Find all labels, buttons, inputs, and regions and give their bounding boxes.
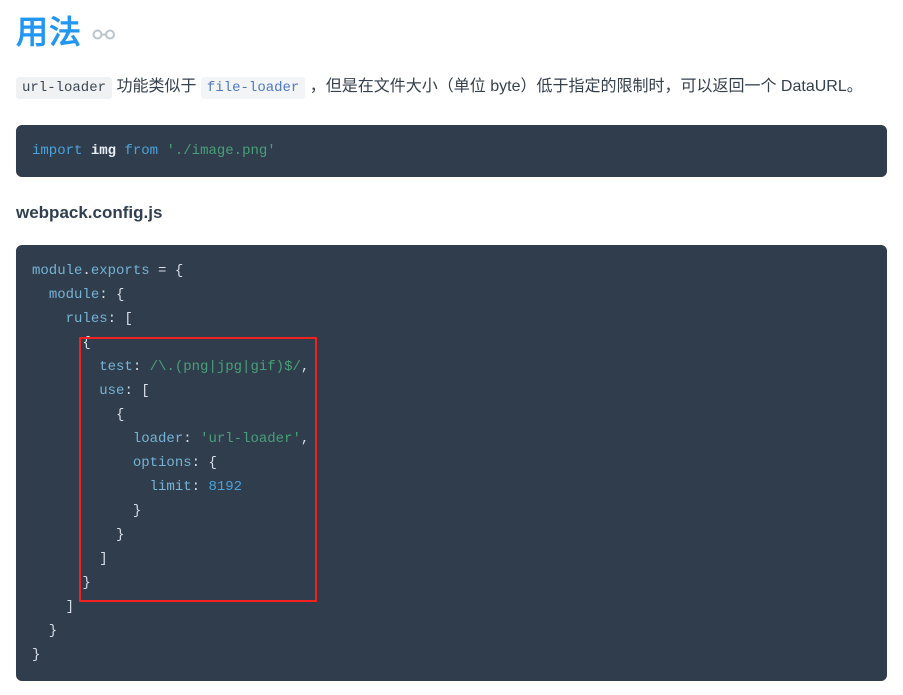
code-token: : [ <box>124 383 150 399</box>
page-content: 用法 url-loader 功能类似于 file-loader ，但是在文件大小… <box>0 0 903 681</box>
code-token: , <box>300 431 310 447</box>
page-title: 用法 <box>16 14 83 50</box>
code-token: img <box>90 143 117 159</box>
code-block-import: import img from './image.png' <box>16 125 887 177</box>
paragraph-text-part1: 功能类似于 <box>112 78 201 95</box>
code-token: module <box>48 287 100 303</box>
code-token: : <box>132 359 150 375</box>
code-token: rules <box>65 311 108 327</box>
code-token: ] <box>32 551 108 567</box>
section-heading: 用法 <box>16 0 887 56</box>
code-token: : <box>183 431 201 447</box>
code-token: module <box>32 263 83 279</box>
code-token: : { <box>99 287 125 303</box>
code-token: } <box>32 647 41 663</box>
code-token: } <box>32 575 91 591</box>
code-token: . <box>82 263 91 279</box>
code-token: { <box>32 335 91 351</box>
code-token: } <box>32 623 58 639</box>
code-block-webpack-config: module.exports = { module: { rules: [ { … <box>16 245 887 681</box>
code-token: , <box>300 359 310 375</box>
code-token: } <box>32 527 125 543</box>
code-token: use <box>99 383 125 399</box>
code-block-webpack-config-content: module.exports = { module: { rules: [ { … <box>32 259 871 667</box>
inline-code-file-loader-link[interactable]: file-loader <box>200 77 306 99</box>
code-token: } <box>32 503 142 519</box>
code-token: from <box>124 143 159 159</box>
code-token: options <box>132 455 192 471</box>
code-token: : <box>191 479 209 495</box>
code-token: 'url-loader' <box>200 431 301 447</box>
code-block-import-content: import img from './image.png' <box>32 139 871 163</box>
code-token: import <box>32 143 83 159</box>
code-token: = { <box>149 263 184 279</box>
code-token: { <box>32 407 125 423</box>
code-token: ] <box>32 599 75 615</box>
code-token: : { <box>191 455 217 471</box>
code-token: loader <box>132 431 184 447</box>
code-token: : [ <box>107 311 133 327</box>
intro-paragraph: url-loader 功能类似于 file-loader ，但是在文件大小（单位… <box>16 72 886 103</box>
code-token: limit <box>149 479 192 495</box>
code-token: './image.png' <box>166 143 276 159</box>
paragraph-text-part2: ，但是在文件大小（单位 byte）低于指定的限制时，可以返回一个 DataURL… <box>305 78 863 95</box>
code-token: test <box>99 359 133 375</box>
code-token: /\.(png|jpg|gif)$/ <box>149 359 301 375</box>
code-token: exports <box>90 263 150 279</box>
code-token: 8192 <box>208 479 243 495</box>
inline-code-url-loader: url-loader <box>16 77 113 99</box>
file-name-label: webpack.config.js <box>16 203 163 222</box>
link-chain-icon[interactable] <box>92 28 116 42</box>
